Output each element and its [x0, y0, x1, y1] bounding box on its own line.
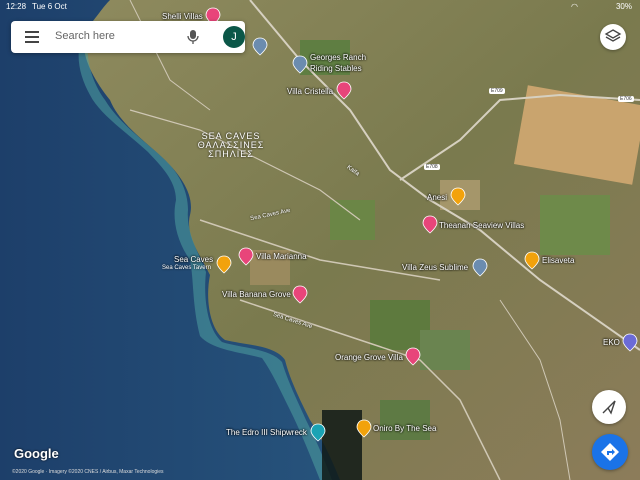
status-time: 12:28: [6, 2, 27, 11]
status-bar: 12:28 Tue 6 Oct ◠ 30%: [0, 0, 640, 14]
label-villa-cristella[interactable]: Villa Cristella: [287, 87, 333, 96]
road-shield-e708: E708: [424, 164, 440, 170]
field: [380, 400, 430, 440]
label-villa-banana-grove[interactable]: Villa Banana Grove: [222, 290, 291, 299]
microphone-icon[interactable]: [186, 29, 200, 45]
road-shield-e706: E706: [618, 96, 634, 102]
wifi-icon: ◠: [571, 2, 578, 11]
label-edro-shipwreck[interactable]: The Edro III Shipwreck: [226, 428, 307, 437]
label-georges-ranch[interactable]: Georges Ranch: [310, 53, 366, 62]
status-date: Tue 6 Oct: [32, 2, 67, 11]
field: [420, 330, 470, 370]
label-theanan-seaview-villas[interactable]: Theanan Seaview Villas: [439, 221, 524, 230]
my-location-button[interactable]: [592, 390, 626, 424]
battery-level: 30%: [615, 2, 632, 11]
label-sea-caves-tavern[interactable]: Sea Caves Tavern: [162, 265, 211, 271]
copyright-text: ©2020 Google · Imagery ©2020 CNES / Airb…: [12, 469, 164, 475]
label-orange-grove-villa[interactable]: Orange Grove Villa: [335, 353, 403, 362]
label-eko[interactable]: EKO: [603, 338, 620, 347]
label-elisaveta[interactable]: Elisaveta: [542, 256, 574, 265]
navigation-arrow-icon: [602, 400, 616, 415]
cliff-shadow: [322, 410, 362, 480]
directions-button[interactable]: [592, 434, 628, 470]
google-logo: Google: [14, 446, 59, 461]
menu-icon[interactable]: [25, 31, 39, 43]
sea-caves-area-line3: ΣΠΗΛΙΕΣ: [208, 149, 254, 159]
label-anesi[interactable]: Anesi: [427, 193, 447, 202]
search-bar[interactable]: Search here J: [11, 21, 245, 53]
avatar[interactable]: J: [223, 26, 245, 48]
layers-icon: [604, 29, 622, 42]
field: [540, 195, 610, 255]
layers-button[interactable]: [600, 24, 626, 50]
field: [330, 200, 375, 240]
label-villa-marianna[interactable]: Villa Marianna: [256, 252, 307, 261]
search-input[interactable]: Search here: [55, 30, 115, 42]
label-sea-caves-area[interactable]: SEA CAVES ΘΑΛΑΣΣΙΝΕΣ ΣΠΗΛΙΕΣ: [196, 132, 266, 159]
road-shield-e709: E709: [489, 88, 505, 94]
label-oniro-by-the-sea[interactable]: Oniro By The Sea: [373, 424, 436, 433]
directions-icon: [601, 443, 619, 461]
label-villa-zeus-sublime[interactable]: Villa Zeus Sublime: [402, 263, 468, 272]
label-riding-stables[interactable]: Riding Stables: [310, 64, 362, 73]
label-sea-caves[interactable]: Sea Caves: [174, 255, 213, 264]
